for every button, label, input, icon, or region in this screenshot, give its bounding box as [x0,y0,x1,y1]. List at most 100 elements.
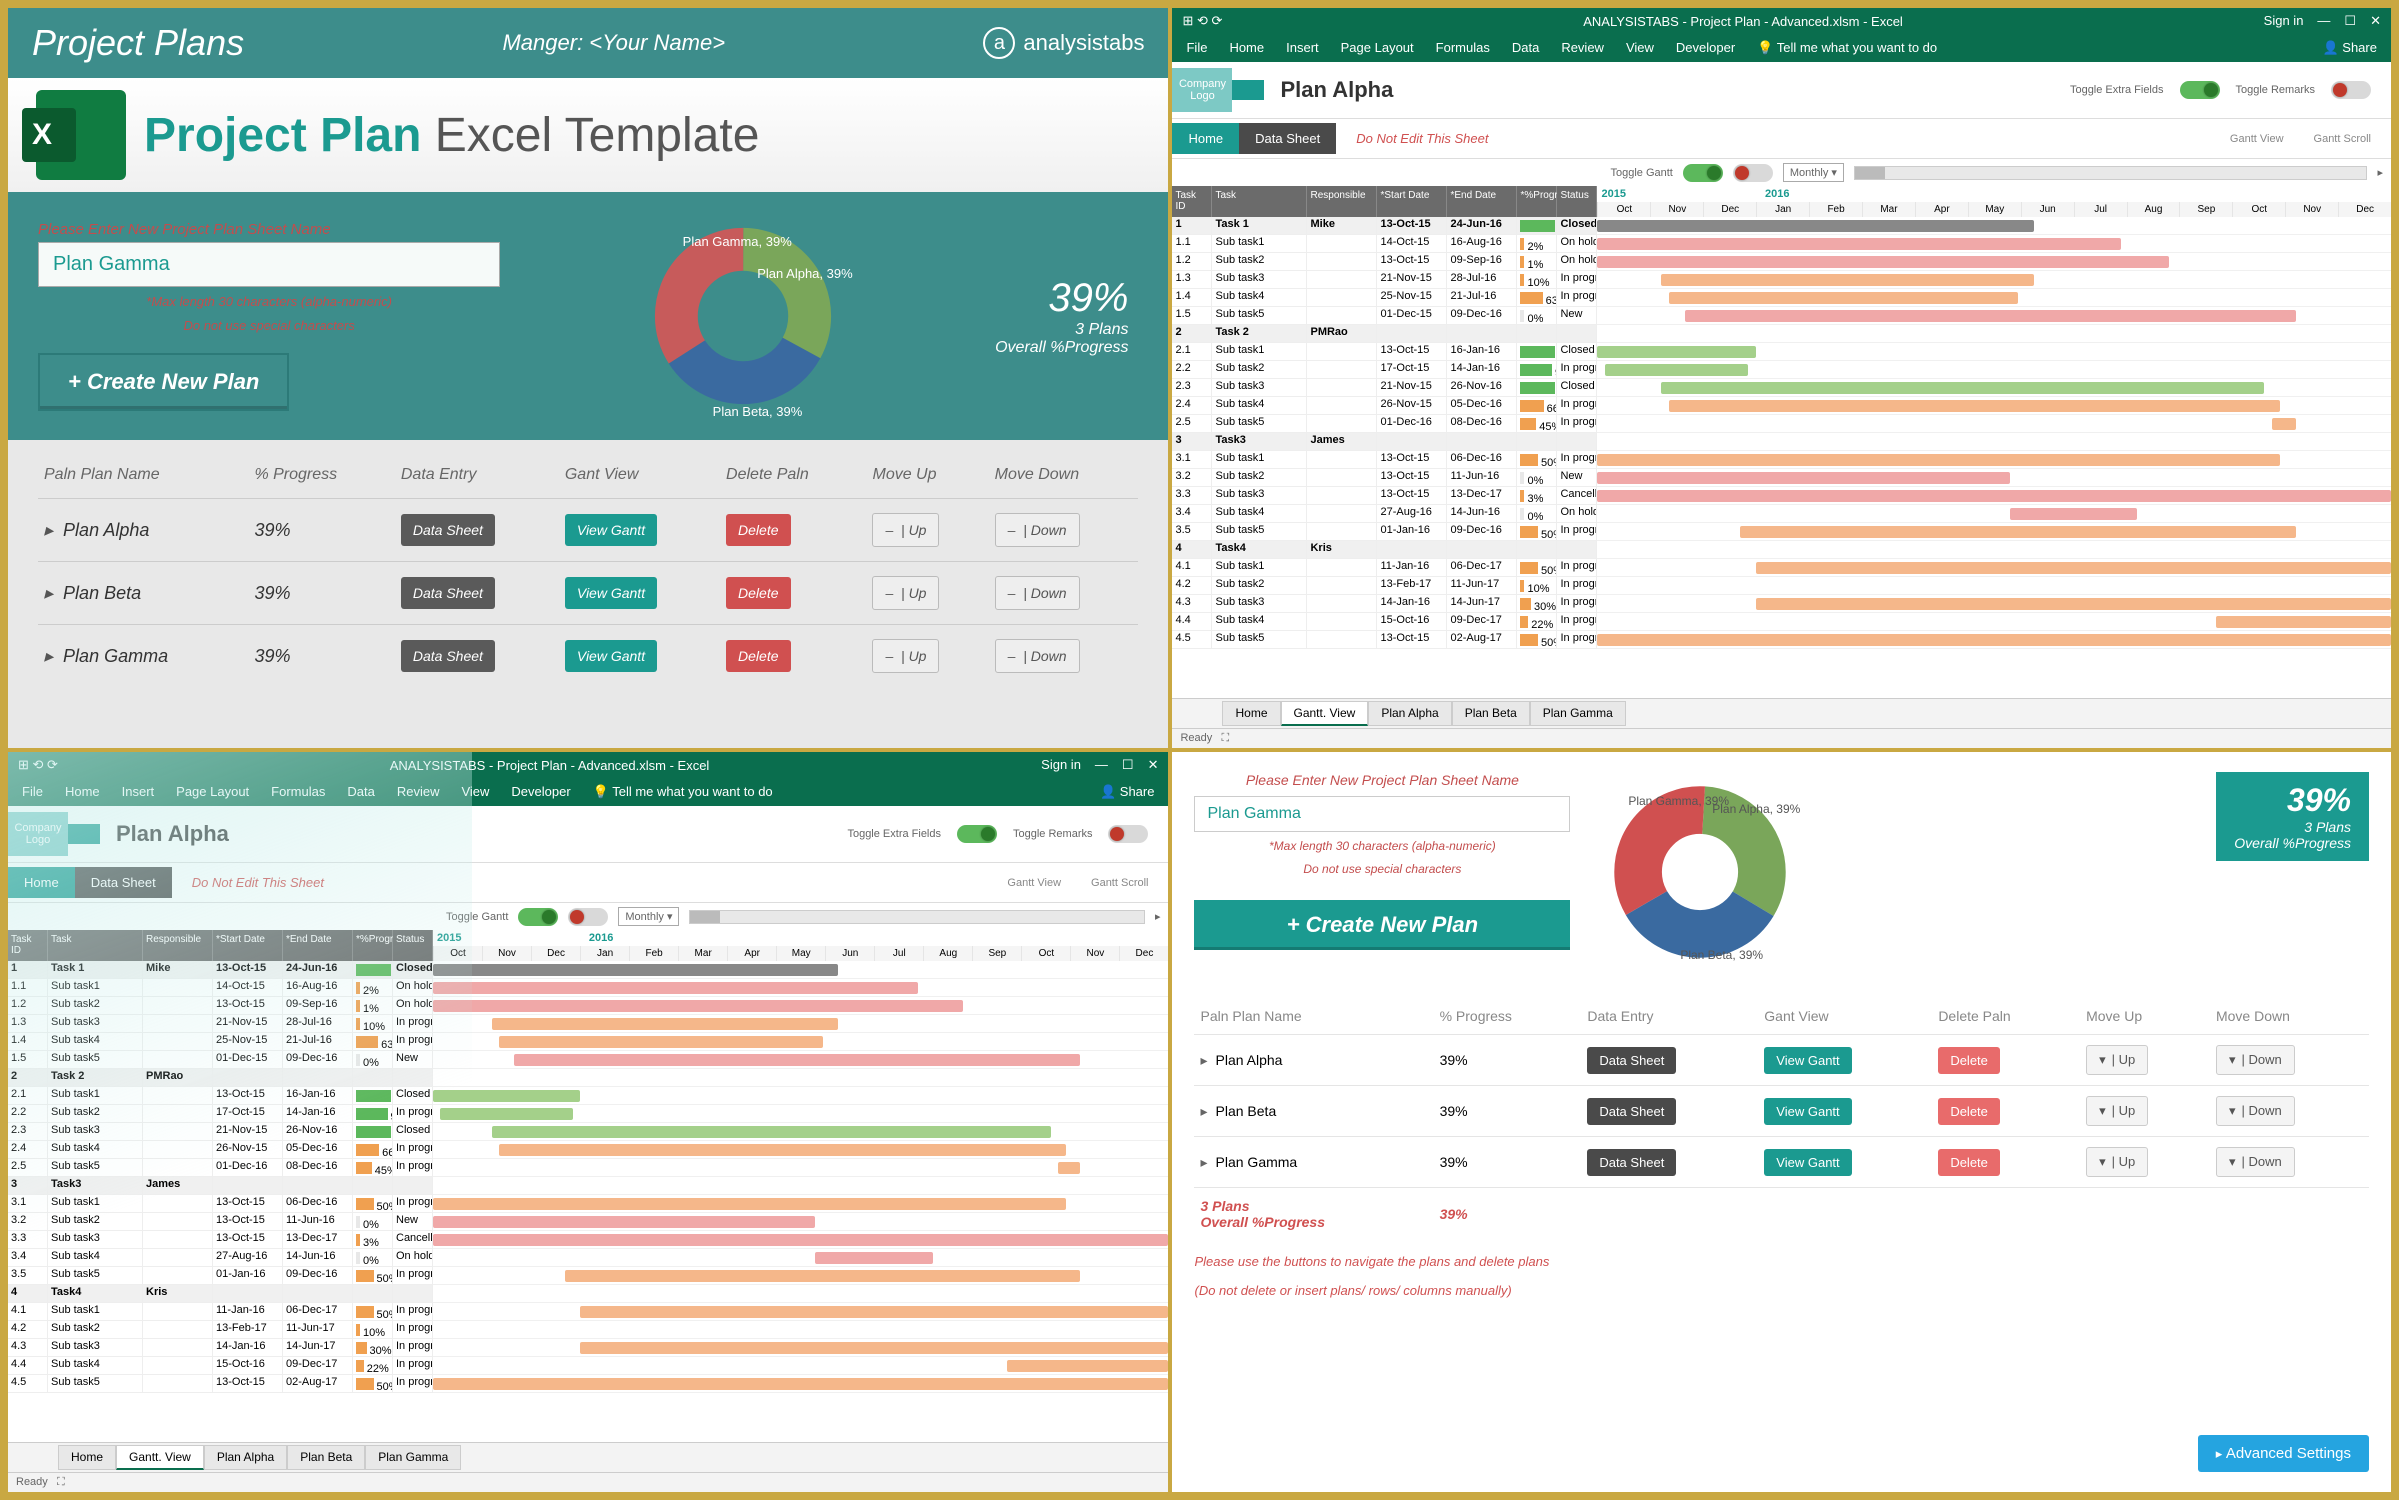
move-up-button[interactable]: ▾| Up [2086,1147,2148,1177]
toggle-gantt-2[interactable] [568,908,608,926]
ribbon-tab[interactable]: Formulas [271,784,325,800]
tell-me[interactable]: 💡 Tell me what you want to do [1757,40,1937,56]
delete-button[interactable]: Delete [726,640,790,672]
view-gantt-button[interactable]: View Gantt [1764,1098,1851,1125]
move-up-button[interactable]: ▾| Up [2086,1096,2148,1126]
create-plan-button[interactable]: + Create New Plan [38,353,289,411]
move-down-button[interactable]: ▾| Down [2216,1147,2295,1177]
ribbon-tab[interactable]: File [1186,40,1207,56]
delete-button[interactable]: Delete [1938,1149,2000,1176]
toggle-gantt[interactable] [1683,164,1723,182]
ribbon-tab[interactable]: View [1626,40,1654,56]
ribbon-tab[interactable]: View [461,784,489,800]
move-down-button[interactable]: ▾| Down [2216,1096,2295,1126]
ribbon-tab[interactable]: Insert [1286,40,1319,56]
tab-home[interactable]: Home [1172,123,1239,154]
toggle-extra-fields[interactable] [2180,81,2220,99]
worksheet-tab[interactable]: Plan Alpha [1368,701,1451,726]
move-up-button[interactable]: – | Up [872,639,939,673]
min-icon[interactable]: — [2317,13,2330,29]
move-down-button[interactable]: ▾| Down [2216,1045,2295,1075]
ribbon-tab[interactable]: Data [1512,40,1539,56]
view-gantt-button[interactable]: View Gantt [565,577,657,609]
expand-icon[interactable]: ▸ [1200,1052,1207,1068]
share-button[interactable]: 👤 Share [1100,784,1155,800]
tab-home[interactable]: Home [8,867,75,898]
toggle-gantt[interactable] [518,908,558,926]
ribbon-tab[interactable]: Developer [1676,40,1735,56]
delete-button[interactable]: Delete [1938,1098,2000,1125]
view-gantt-button[interactable]: View Gantt [1764,1047,1851,1074]
ribbon-tab[interactable]: Page Layout [176,784,249,800]
worksheet-tab[interactable]: Gantt. View [116,1445,204,1470]
move-up-button[interactable]: – | Up [872,576,939,610]
expand-icon[interactable]: ▸ [44,520,53,540]
expand-icon[interactable]: ▸ [44,583,53,603]
project-title-chip[interactable] [1232,80,1264,100]
toggle-remarks[interactable] [1108,825,1148,843]
worksheet-tab[interactable]: Home [58,1445,116,1470]
ribbon-tab[interactable]: Insert [122,784,155,800]
worksheet-tab[interactable]: Plan Beta [287,1445,365,1470]
scroll-right-icon[interactable]: ▸ [1155,910,1161,923]
data-sheet-button[interactable]: Data Sheet [401,577,495,609]
delete-button[interactable]: Delete [726,577,790,609]
view-gantt-button[interactable]: View Gantt [565,640,657,672]
move-up-button[interactable]: – | Up [872,513,939,547]
data-sheet-button[interactable]: Data Sheet [1587,1149,1676,1176]
ribbon-tab[interactable]: Review [397,784,440,800]
advanced-settings-button[interactable]: Advanced Settings [2198,1435,2369,1472]
move-up-button[interactable]: ▾| Up [2086,1045,2148,1075]
gantt-unit-select[interactable]: Monthly ▾ [1783,163,1844,182]
gantt-body[interactable]: 1Task 1Mike 13-Oct-1524-Jun-16 100%Close… [1172,217,2391,698]
share-button[interactable]: 👤 Share [2322,40,2377,56]
worksheet-tab[interactable]: Plan Beta [1452,701,1530,726]
worksheet-tab[interactable]: Plan Gamma [1530,701,1626,726]
min-icon[interactable]: — [1095,757,1108,773]
close-icon[interactable]: ✕ [1148,757,1159,773]
max-icon[interactable]: ☐ [1122,757,1134,773]
ribbon-tab[interactable]: Developer [511,784,570,800]
worksheet-tab[interactable]: Home [1222,701,1280,726]
max-icon[interactable]: ☐ [2344,13,2356,29]
ribbon-tab[interactable]: Data [347,784,374,800]
expand-icon[interactable]: ▸ [1200,1154,1207,1170]
toggle-extra-fields[interactable] [957,825,997,843]
data-sheet-button[interactable]: Data Sheet [1587,1047,1676,1074]
move-down-button[interactable]: – | Down [995,576,1080,610]
ribbon-tab[interactable]: Page Layout [1341,40,1414,56]
ribbon-tab[interactable]: File [22,784,43,800]
ribbon-tab[interactable]: Home [1229,40,1264,56]
close-icon[interactable]: ✕ [2370,13,2381,29]
data-sheet-button[interactable]: Data Sheet [1587,1098,1676,1125]
toggle-remarks[interactable] [2331,81,2371,99]
ribbon-tab[interactable]: Home [65,784,100,800]
tab-data-sheet[interactable]: Data Sheet [1239,123,1336,154]
ribbon-tab[interactable]: Review [1561,40,1604,56]
br-create-plan-button[interactable]: + Create New Plan [1194,900,1570,950]
signin-link[interactable]: Sign in [2264,13,2304,29]
toggle-gantt-2[interactable] [1733,164,1773,182]
gantt-unit-select[interactable]: Monthly ▾ [618,907,679,926]
delete-button[interactable]: Delete [726,514,790,546]
worksheet-tab[interactable]: Plan Alpha [204,1445,287,1470]
br-new-plan-input[interactable] [1194,796,1570,832]
view-gantt-button[interactable]: View Gantt [1764,1149,1851,1176]
quick-access[interactable]: ⊞ ⟲ ⟳ [1182,13,1222,29]
worksheet-tab[interactable]: Plan Gamma [365,1445,461,1470]
view-gantt-button[interactable]: View Gantt [565,514,657,546]
tell-me[interactable]: 💡 Tell me what you want to do [593,784,773,800]
signin-link[interactable]: Sign in [1041,757,1081,773]
worksheet-tab[interactable]: Gantt. View [1281,701,1369,726]
tab-data-sheet[interactable]: Data Sheet [75,867,172,898]
quick-access[interactable]: ⊞ ⟲ ⟳ [18,757,58,773]
data-sheet-button[interactable]: Data Sheet [401,514,495,546]
move-down-button[interactable]: – | Down [995,513,1080,547]
gantt-scrollbar[interactable] [1854,166,2368,180]
ribbon-tab[interactable]: Formulas [1436,40,1490,56]
gantt-body[interactable]: 1Task 1Mike 13-Oct-1524-Jun-16 100%Close… [8,961,1168,1442]
expand-icon[interactable]: ▸ [44,646,53,666]
data-sheet-button[interactable]: Data Sheet [401,640,495,672]
move-down-button[interactable]: – | Down [995,639,1080,673]
scroll-right-icon[interactable]: ▸ [2377,166,2383,179]
